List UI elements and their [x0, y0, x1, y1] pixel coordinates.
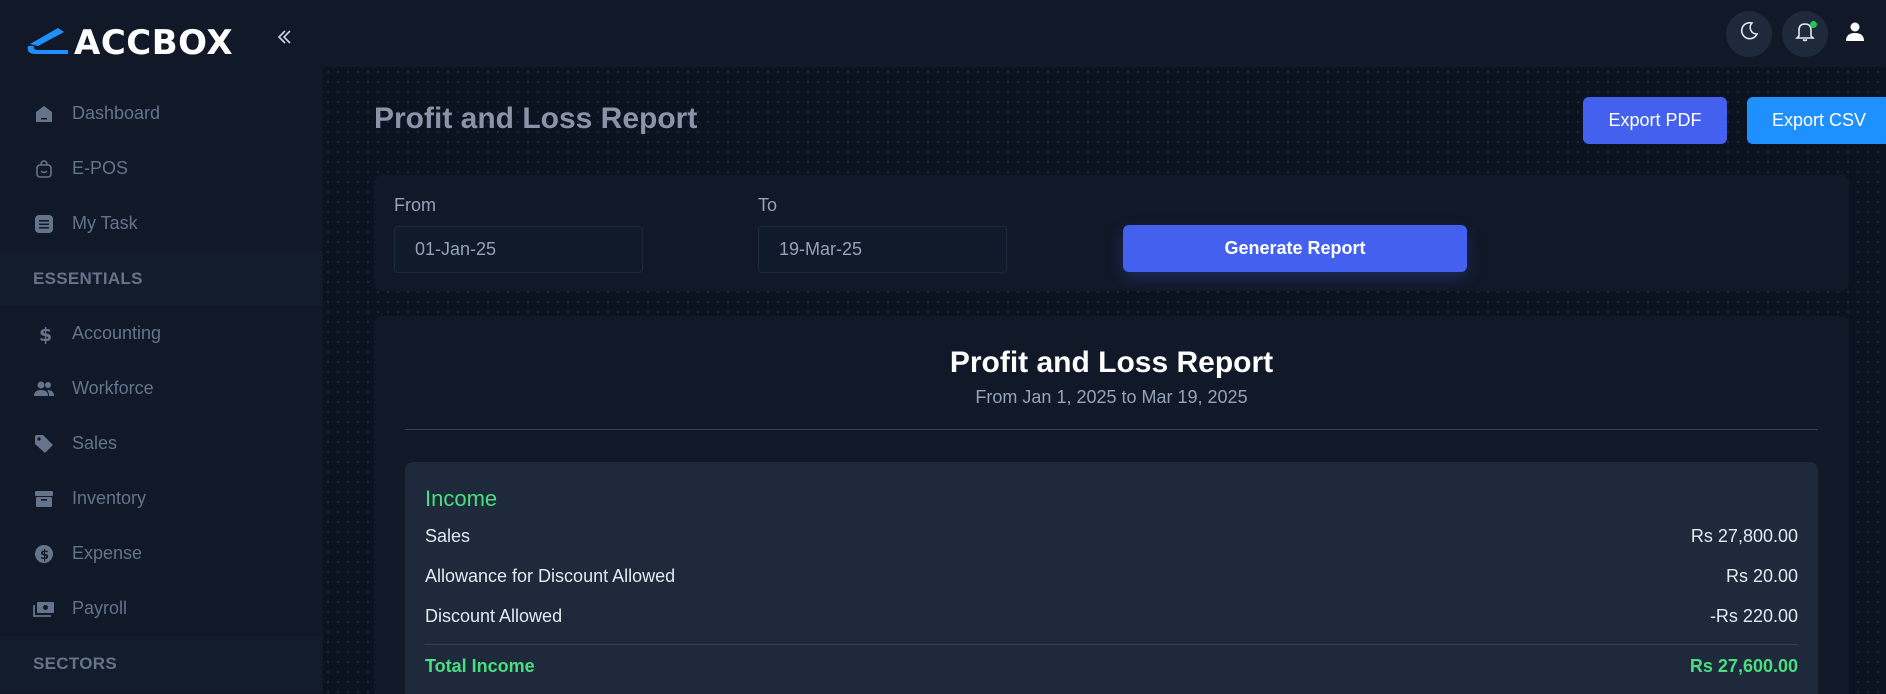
- sidebar-item-inventory[interactable]: Inventory: [0, 471, 322, 526]
- income-row-label: Sales: [425, 525, 471, 546]
- list-icon: [33, 213, 55, 235]
- income-row-label: Allowance for Discount Allowed: [425, 565, 676, 586]
- sidebar-item-label: Payroll: [72, 598, 128, 618]
- total-income-label: Total Income: [425, 655, 535, 676]
- sidebar-item-sales[interactable]: Sales: [0, 416, 322, 471]
- section-title: ESSENTIALS: [33, 268, 143, 288]
- brand-name: ACCBOX: [74, 23, 234, 63]
- sidebar-item-label: Sales: [72, 433, 118, 453]
- sidebar-item-dashboard[interactable]: Dashboard: [0, 86, 322, 141]
- sidebar-item-label: Workforce: [72, 378, 154, 398]
- page-header: Profit and Loss Report Export PDF Export…: [374, 67, 1886, 174]
- report-title: Profit and Loss Report: [949, 346, 1274, 379]
- to-label: To: [758, 195, 778, 215]
- income-row: Allowance for Discount Allowed Rs 20.00: [425, 556, 1798, 596]
- svg-text:$: $: [39, 324, 52, 344]
- total-income-amount: Rs 27,600.00: [1689, 655, 1798, 676]
- generate-report-button[interactable]: Generate Report: [1123, 225, 1467, 272]
- sidebar-section-essentials: ESSENTIALS: [0, 251, 322, 306]
- report-card: Profit and Loss Report From Jan 1, 2025 …: [374, 316, 1849, 694]
- collapse-sidebar-button[interactable]: [272, 26, 298, 52]
- sidebar-item-label: Expense: [72, 543, 143, 563]
- sidebar-item-workforce[interactable]: Workforce: [0, 361, 322, 416]
- sidebar-item-label: My Task: [72, 213, 138, 233]
- archive-icon: [33, 488, 55, 510]
- sidebar-item-accounting[interactable]: $ Accounting: [0, 306, 322, 361]
- report-date-range: From Jan 1, 2025 to Mar 19, 2025: [975, 387, 1248, 407]
- sidebar-item-expense[interactable]: $ Expense: [0, 526, 322, 581]
- cash-icon: [33, 598, 55, 620]
- people-icon: [33, 378, 55, 400]
- total-income-row: Total Income Rs 27,600.00: [425, 645, 1798, 687]
- income-row-amount: Rs 27,800.00: [1690, 525, 1798, 546]
- sidebar-item-label: Inventory: [72, 488, 147, 508]
- report-filter-card: From To Generate Report: [374, 175, 1849, 291]
- main-area: Profit and Loss Report Export PDF Export…: [323, 0, 1886, 694]
- user-menu-button[interactable]: [1838, 11, 1872, 57]
- to-date-input[interactable]: [758, 226, 1007, 273]
- brand-logo[interactable]: ACCBOX: [24, 23, 233, 63]
- income-row-amount: -Rs 220.00: [1709, 605, 1798, 626]
- sidebar-item-my-task[interactable]: My Task: [0, 196, 322, 251]
- sidebar: ACCBOX Dashboard E-POS My Task ESSENTIAL…: [0, 0, 323, 694]
- notification-dot: [1810, 20, 1817, 28]
- income-row-label: Discount Allowed: [425, 605, 563, 626]
- content-area: Profit and Loss Report Export PDF Export…: [323, 67, 1886, 694]
- tag-icon: [33, 433, 55, 455]
- from-date-input[interactable]: [394, 226, 643, 273]
- income-row-amount: Rs 20.00: [1725, 565, 1798, 586]
- notifications-button[interactable]: [1782, 10, 1828, 57]
- sidebar-item-label: Accounting: [72, 323, 162, 343]
- export-pdf-button[interactable]: Export PDF: [1583, 97, 1727, 144]
- income-row: Discount Allowed -Rs 220.00: [425, 596, 1798, 636]
- income-section: Income Sales Rs 27,800.00 Allowance for …: [405, 462, 1818, 694]
- divider: [405, 429, 1818, 430]
- home-icon: [33, 103, 55, 125]
- svg-text:$: $: [40, 548, 49, 563]
- income-rows: Sales Rs 27,800.00 Allowance for Discoun…: [425, 516, 1798, 636]
- logo-icon: [24, 24, 72, 63]
- from-label: From: [394, 195, 436, 215]
- page-title: Profit and Loss Report: [374, 102, 698, 135]
- sidebar-item-label: E-POS: [72, 158, 129, 178]
- app-root: ACCBOX Dashboard E-POS My Task ESSENTIAL…: [0, 0, 1886, 694]
- moon-icon: [1738, 20, 1760, 47]
- topbar: [323, 0, 1886, 67]
- income-row: Sales Rs 27,800.00: [425, 516, 1798, 556]
- export-csv-button[interactable]: Export CSV: [1747, 97, 1886, 144]
- to-date-group: To: [758, 195, 1007, 273]
- double-chevron-left-icon: [276, 28, 294, 51]
- sidebar-item-label: Dashboard: [72, 103, 161, 123]
- sidebar-section-sectors: SECTORS: [0, 636, 322, 691]
- theme-toggle-button[interactable]: [1726, 10, 1772, 57]
- dollar-icon: $: [33, 323, 55, 345]
- shopping-bag-icon: [33, 158, 55, 180]
- user-icon: [1844, 20, 1866, 47]
- coin-icon: $: [33, 543, 55, 565]
- sidebar-item-e-pos[interactable]: E-POS: [0, 141, 322, 196]
- from-date-group: From: [394, 195, 643, 273]
- income-title: Income: [425, 486, 498, 511]
- brand: ACCBOX: [0, 0, 322, 86]
- sidebar-item-payroll[interactable]: Payroll: [0, 581, 322, 636]
- section-title: SECTORS: [33, 653, 117, 673]
